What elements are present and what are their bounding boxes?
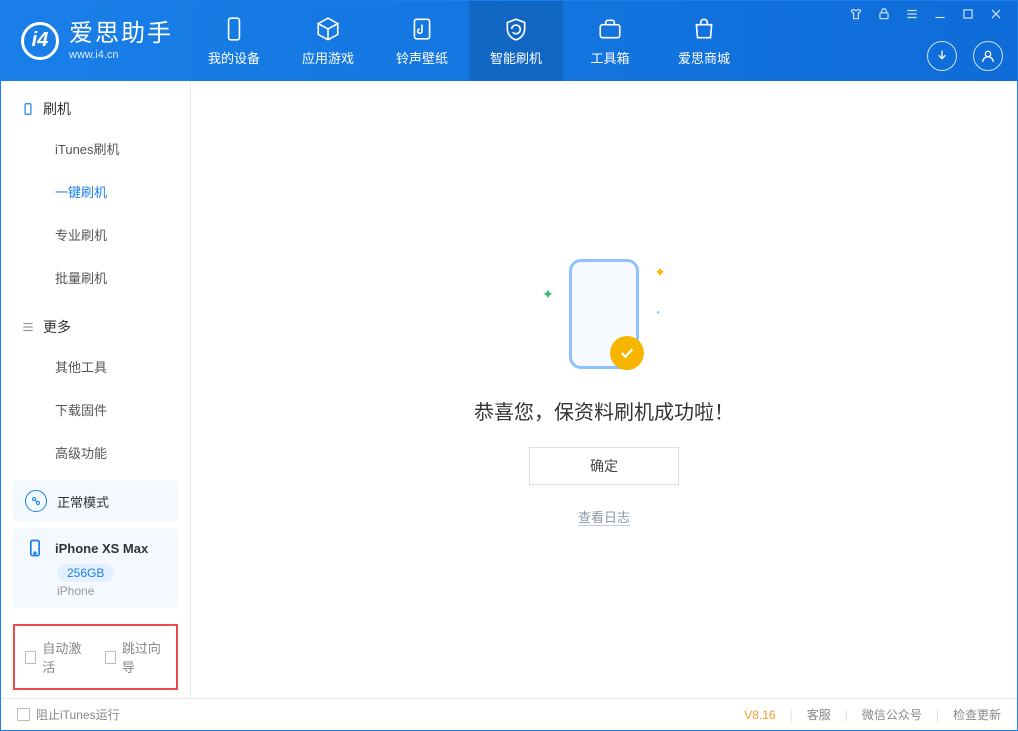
flash-options-box: 自动激活 跳过向导 — [13, 624, 178, 690]
sparkle-icon: ✦ — [542, 286, 554, 303]
phone-icon — [21, 102, 35, 116]
sidebar-item-download-firmware[interactable]: 下载固件 — [1, 388, 190, 431]
checkbox-icon — [25, 651, 36, 664]
nav-ringtones-wallpapers[interactable]: 铃声壁纸 — [375, 1, 469, 81]
refresh-shield-icon — [503, 16, 529, 42]
download-button[interactable] — [927, 41, 957, 71]
checkbox-auto-activate[interactable]: 自动激活 — [25, 638, 87, 676]
mode-icon — [25, 490, 47, 512]
tshirt-icon[interactable] — [849, 7, 863, 26]
device-capacity: 256GB — [57, 564, 114, 582]
lock-icon[interactable] — [877, 7, 891, 26]
link-wechat[interactable]: 微信公众号 — [862, 706, 922, 723]
sparkle-icon: ● — [656, 310, 660, 316]
nav-tabs: 我的设备 应用游戏 铃声壁纸 智能刷机 工具箱 爱思商城 — [187, 1, 751, 81]
toolbox-icon — [597, 16, 623, 42]
app-url: www.i4.cn — [69, 49, 173, 62]
maximize-icon[interactable] — [961, 7, 975, 26]
checkbox-icon — [17, 708, 30, 721]
cube-icon — [315, 16, 341, 42]
nav-smart-flash[interactable]: 智能刷机 — [469, 1, 563, 81]
sidebar-section-flash: 刷机 — [1, 99, 190, 127]
view-log-link[interactable]: 查看日志 — [578, 507, 630, 526]
check-badge-icon — [610, 336, 644, 370]
mode-card[interactable]: 正常模式 — [13, 480, 178, 522]
app-name: 爱思助手 — [69, 20, 173, 49]
minimize-icon[interactable] — [933, 7, 947, 26]
sidebar-item-advanced[interactable]: 高级功能 — [1, 431, 190, 474]
window-controls — [849, 7, 1003, 26]
link-customer-service[interactable]: 客服 — [807, 706, 831, 723]
header: i4 爱思助手 www.i4.cn 我的设备 应用游戏 铃声壁纸 智能刷机 — [1, 1, 1017, 81]
success-message: 恭喜您，保资料刷机成功啦！ — [474, 396, 734, 425]
version-label: V8.16 — [744, 708, 775, 722]
nav-store[interactable]: 爱思商城 — [657, 1, 751, 81]
nav-toolbox[interactable]: 工具箱 — [563, 1, 657, 81]
sparkle-icon: ✦ — [654, 264, 666, 281]
success-illustration: ✦ ✦ ● — [544, 254, 664, 374]
bag-icon — [691, 16, 717, 42]
footer: 阻止iTunes运行 V8.16 | 客服 | 微信公众号 | 检查更新 — [1, 698, 1017, 730]
sidebar-item-itunes-flash[interactable]: iTunes刷机 — [1, 127, 190, 170]
app-window: i4 爱思助手 www.i4.cn 我的设备 应用游戏 铃声壁纸 智能刷机 — [0, 0, 1018, 731]
user-button[interactable] — [973, 41, 1003, 71]
close-icon[interactable] — [989, 7, 1003, 26]
ok-button[interactable]: 确定 — [529, 447, 679, 485]
main-content: ✦ ✦ ● 恭喜您，保资料刷机成功啦！ 确定 查看日志 — [191, 81, 1017, 698]
device-type: iPhone — [57, 584, 166, 598]
logo-icon: i4 — [21, 22, 59, 60]
sidebar-item-oneclick-flash[interactable]: 一键刷机 — [1, 170, 190, 213]
music-file-icon — [409, 16, 435, 42]
sidebar: 刷机 iTunes刷机 一键刷机 专业刷机 批量刷机 更多 其他工具 下载固件 … — [1, 81, 191, 698]
device-icon — [221, 16, 247, 42]
menu-icon[interactable] — [905, 7, 919, 26]
checkbox-icon — [105, 651, 116, 664]
link-check-update[interactable]: 检查更新 — [953, 706, 1001, 723]
device-card[interactable]: iPhone XS Max 256GB iPhone — [13, 528, 178, 608]
logo: i4 爱思助手 www.i4.cn — [1, 20, 187, 62]
device-name: iPhone XS Max — [55, 541, 148, 556]
device-phone-icon — [25, 538, 45, 558]
nav-apps-games[interactable]: 应用游戏 — [281, 1, 375, 81]
sidebar-section-more: 更多 — [1, 317, 190, 345]
nav-my-device[interactable]: 我的设备 — [187, 1, 281, 81]
sidebar-item-pro-flash[interactable]: 专业刷机 — [1, 213, 190, 256]
checkbox-block-itunes[interactable]: 阻止iTunes运行 — [17, 706, 120, 723]
sidebar-item-other-tools[interactable]: 其他工具 — [1, 345, 190, 388]
sidebar-item-batch-flash[interactable]: 批量刷机 — [1, 256, 190, 299]
list-icon — [21, 320, 35, 334]
phone-outline-icon — [569, 259, 639, 369]
checkbox-skip-guide[interactable]: 跳过向导 — [105, 638, 167, 676]
